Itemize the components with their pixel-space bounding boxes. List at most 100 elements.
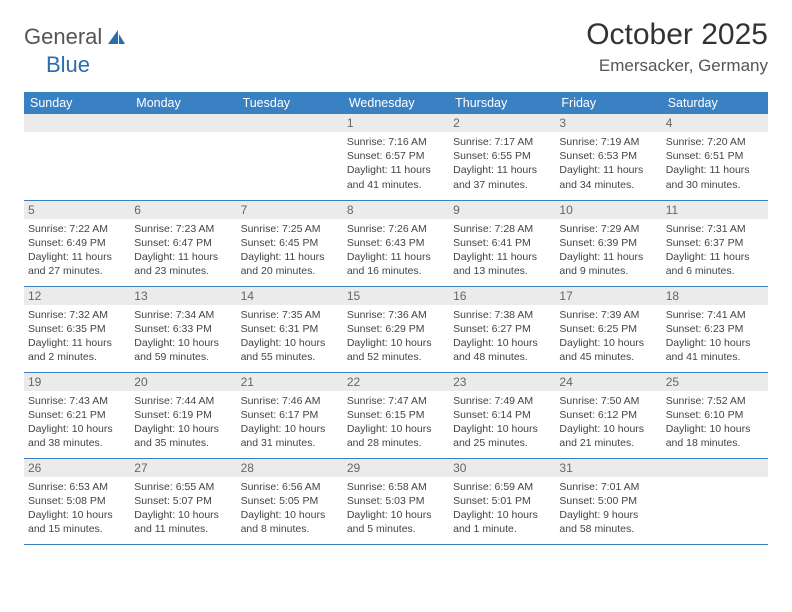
calendar-cell: 1Sunrise: 7:16 AMSunset: 6:57 PMDaylight…	[343, 114, 449, 200]
calendar-cell: 9Sunrise: 7:28 AMSunset: 6:41 PMDaylight…	[449, 200, 555, 286]
day-number: 31	[555, 459, 661, 477]
day-number: 19	[24, 373, 130, 391]
calendar-cell: 4Sunrise: 7:20 AMSunset: 6:51 PMDaylight…	[662, 114, 768, 200]
day-number: 17	[555, 287, 661, 305]
calendar-cell: 14Sunrise: 7:35 AMSunset: 6:31 PMDayligh…	[237, 286, 343, 372]
day-number: 4	[662, 114, 768, 132]
day-details: Sunrise: 7:29 AMSunset: 6:39 PMDaylight:…	[555, 219, 661, 285]
day-details: Sunrise: 7:43 AMSunset: 6:21 PMDaylight:…	[24, 391, 130, 457]
calendar-cell: 22Sunrise: 7:47 AMSunset: 6:15 PMDayligh…	[343, 372, 449, 458]
logo-text-general: General	[24, 24, 102, 50]
day-number: 30	[449, 459, 555, 477]
calendar-cell: 30Sunrise: 6:59 AMSunset: 5:01 PMDayligh…	[449, 458, 555, 544]
day-details: Sunrise: 7:39 AMSunset: 6:25 PMDaylight:…	[555, 305, 661, 371]
calendar-cell: 17Sunrise: 7:39 AMSunset: 6:25 PMDayligh…	[555, 286, 661, 372]
day-number: 18	[662, 287, 768, 305]
day-number: 27	[130, 459, 236, 477]
calendar-cell: 2Sunrise: 7:17 AMSunset: 6:55 PMDaylight…	[449, 114, 555, 200]
day-details: Sunrise: 7:52 AMSunset: 6:10 PMDaylight:…	[662, 391, 768, 457]
calendar-cell: 19Sunrise: 7:43 AMSunset: 6:21 PMDayligh…	[24, 372, 130, 458]
day-details: Sunrise: 7:17 AMSunset: 6:55 PMDaylight:…	[449, 132, 555, 198]
calendar-cell: 7Sunrise: 7:25 AMSunset: 6:45 PMDaylight…	[237, 200, 343, 286]
day-number: 22	[343, 373, 449, 391]
calendar-cell: 25Sunrise: 7:52 AMSunset: 6:10 PMDayligh…	[662, 372, 768, 458]
calendar-cell: 11Sunrise: 7:31 AMSunset: 6:37 PMDayligh…	[662, 200, 768, 286]
day-number: 29	[343, 459, 449, 477]
calendar-cell: 10Sunrise: 7:29 AMSunset: 6:39 PMDayligh…	[555, 200, 661, 286]
calendar-cell: 24Sunrise: 7:50 AMSunset: 6:12 PMDayligh…	[555, 372, 661, 458]
day-header: Sunday	[24, 92, 130, 114]
day-header: Saturday	[662, 92, 768, 114]
day-header: Thursday	[449, 92, 555, 114]
day-number: 8	[343, 201, 449, 219]
calendar-cell: 5Sunrise: 7:22 AMSunset: 6:49 PMDaylight…	[24, 200, 130, 286]
day-details: Sunrise: 7:26 AMSunset: 6:43 PMDaylight:…	[343, 219, 449, 285]
day-details: Sunrise: 7:20 AMSunset: 6:51 PMDaylight:…	[662, 132, 768, 198]
calendar-cell: 26Sunrise: 6:53 AMSunset: 5:08 PMDayligh…	[24, 458, 130, 544]
calendar-cell: 18Sunrise: 7:41 AMSunset: 6:23 PMDayligh…	[662, 286, 768, 372]
logo: General	[24, 24, 128, 50]
calendar-cell: 15Sunrise: 7:36 AMSunset: 6:29 PMDayligh…	[343, 286, 449, 372]
day-header: Monday	[130, 92, 236, 114]
day-number: 25	[662, 373, 768, 391]
day-number: 14	[237, 287, 343, 305]
day-number: 24	[555, 373, 661, 391]
calendar-cell: 21Sunrise: 7:46 AMSunset: 6:17 PMDayligh…	[237, 372, 343, 458]
calendar-cell: 3Sunrise: 7:19 AMSunset: 6:53 PMDaylight…	[555, 114, 661, 200]
day-number: 10	[555, 201, 661, 219]
day-details: Sunrise: 6:59 AMSunset: 5:01 PMDaylight:…	[449, 477, 555, 543]
day-details: Sunrise: 7:16 AMSunset: 6:57 PMDaylight:…	[343, 132, 449, 198]
day-number: 1	[343, 114, 449, 132]
day-header: Wednesday	[343, 92, 449, 114]
calendar-cell: 8Sunrise: 7:26 AMSunset: 6:43 PMDaylight…	[343, 200, 449, 286]
calendar-cell: 28Sunrise: 6:56 AMSunset: 5:05 PMDayligh…	[237, 458, 343, 544]
day-details: Sunrise: 7:23 AMSunset: 6:47 PMDaylight:…	[130, 219, 236, 285]
day-header: Tuesday	[237, 92, 343, 114]
day-details: Sunrise: 7:49 AMSunset: 6:14 PMDaylight:…	[449, 391, 555, 457]
logo-sail-icon	[106, 28, 126, 46]
day-number: 5	[24, 201, 130, 219]
day-details: Sunrise: 7:19 AMSunset: 6:53 PMDaylight:…	[555, 132, 661, 198]
day-details: Sunrise: 6:53 AMSunset: 5:08 PMDaylight:…	[24, 477, 130, 543]
day-number: 7	[237, 201, 343, 219]
day-number: 23	[449, 373, 555, 391]
day-number: 15	[343, 287, 449, 305]
day-number: 28	[237, 459, 343, 477]
day-number: 6	[130, 201, 236, 219]
day-details: Sunrise: 7:36 AMSunset: 6:29 PMDaylight:…	[343, 305, 449, 371]
day-number: 3	[555, 114, 661, 132]
day-details: Sunrise: 7:28 AMSunset: 6:41 PMDaylight:…	[449, 219, 555, 285]
calendar-cell: 31Sunrise: 7:01 AMSunset: 5:00 PMDayligh…	[555, 458, 661, 544]
calendar-cell	[130, 114, 236, 200]
day-number: 16	[449, 287, 555, 305]
day-details: Sunrise: 7:25 AMSunset: 6:45 PMDaylight:…	[237, 219, 343, 285]
calendar-cell	[237, 114, 343, 200]
day-number: 13	[130, 287, 236, 305]
calendar-cell	[662, 458, 768, 544]
day-details: Sunrise: 7:38 AMSunset: 6:27 PMDaylight:…	[449, 305, 555, 371]
day-header: Friday	[555, 92, 661, 114]
calendar-table: SundayMondayTuesdayWednesdayThursdayFrid…	[24, 92, 768, 545]
logo-text-blue: Blue	[46, 52, 90, 77]
calendar-cell: 20Sunrise: 7:44 AMSunset: 6:19 PMDayligh…	[130, 372, 236, 458]
day-number: 21	[237, 373, 343, 391]
day-details: Sunrise: 7:31 AMSunset: 6:37 PMDaylight:…	[662, 219, 768, 285]
day-details: Sunrise: 7:41 AMSunset: 6:23 PMDaylight:…	[662, 305, 768, 371]
day-number: 2	[449, 114, 555, 132]
day-number: 26	[24, 459, 130, 477]
calendar-cell: 6Sunrise: 7:23 AMSunset: 6:47 PMDaylight…	[130, 200, 236, 286]
calendar-cell: 12Sunrise: 7:32 AMSunset: 6:35 PMDayligh…	[24, 286, 130, 372]
day-details: Sunrise: 7:22 AMSunset: 6:49 PMDaylight:…	[24, 219, 130, 285]
day-details: Sunrise: 7:44 AMSunset: 6:19 PMDaylight:…	[130, 391, 236, 457]
calendar-cell: 27Sunrise: 6:55 AMSunset: 5:07 PMDayligh…	[130, 458, 236, 544]
day-details: Sunrise: 7:46 AMSunset: 6:17 PMDaylight:…	[237, 391, 343, 457]
day-details: Sunrise: 7:50 AMSunset: 6:12 PMDaylight:…	[555, 391, 661, 457]
day-details: Sunrise: 7:47 AMSunset: 6:15 PMDaylight:…	[343, 391, 449, 457]
day-details: Sunrise: 6:58 AMSunset: 5:03 PMDaylight:…	[343, 477, 449, 543]
day-details: Sunrise: 7:32 AMSunset: 6:35 PMDaylight:…	[24, 305, 130, 371]
day-number: 20	[130, 373, 236, 391]
calendar-cell: 13Sunrise: 7:34 AMSunset: 6:33 PMDayligh…	[130, 286, 236, 372]
calendar-cell: 23Sunrise: 7:49 AMSunset: 6:14 PMDayligh…	[449, 372, 555, 458]
day-details: Sunrise: 7:34 AMSunset: 6:33 PMDaylight:…	[130, 305, 236, 371]
day-details: Sunrise: 7:35 AMSunset: 6:31 PMDaylight:…	[237, 305, 343, 371]
